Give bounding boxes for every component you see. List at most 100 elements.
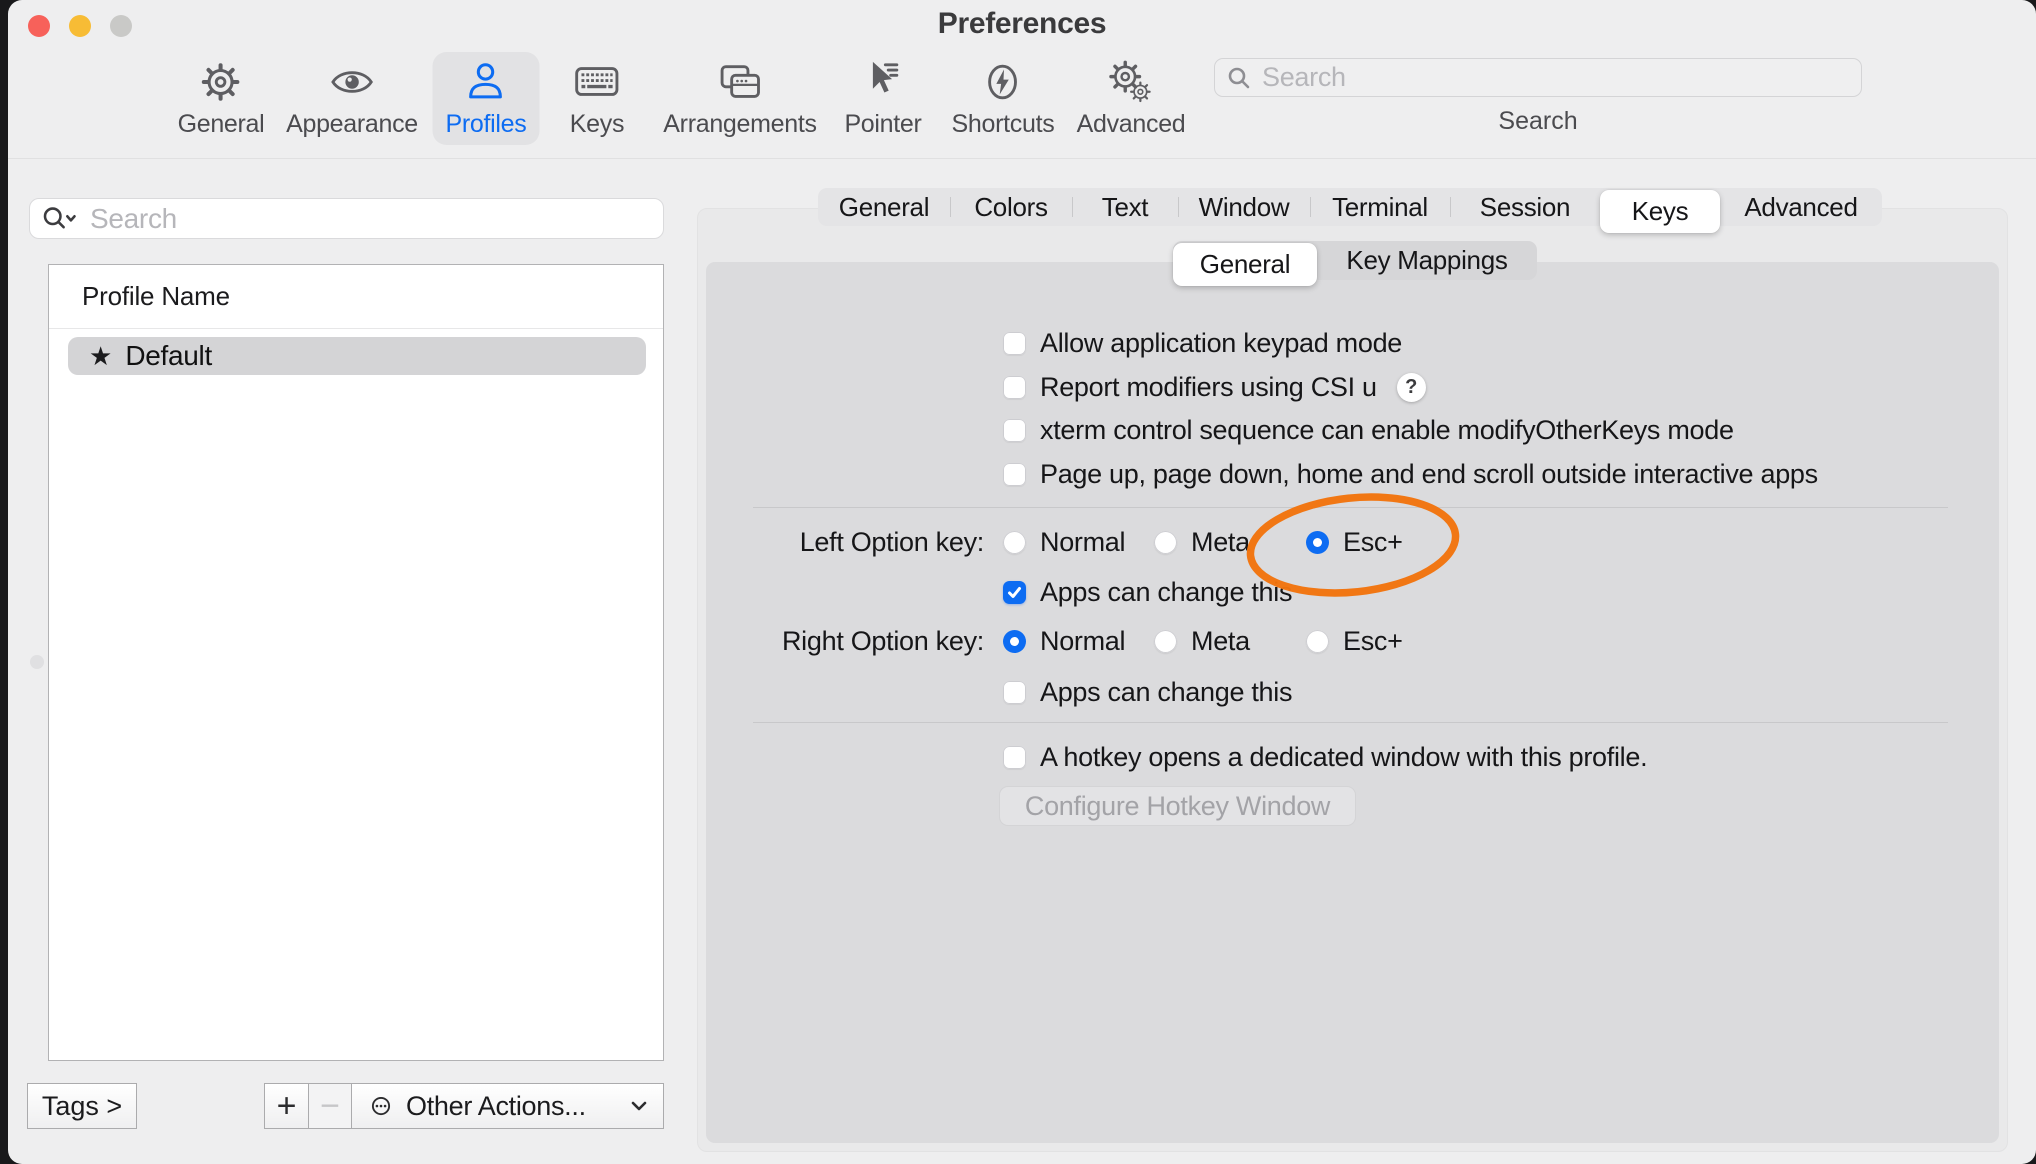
row-page-scroll: Page up, page down, home and end scroll … <box>1003 456 1818 492</box>
toolbar-item-general[interactable]: General <box>165 52 278 145</box>
remove-profile-button[interactable]: − <box>309 1083 352 1129</box>
row-right-apps-can-change: Apps can change this <box>1003 674 1292 710</box>
checkbox-left-apps-can-change[interactable] <box>1003 581 1026 604</box>
subtab-general[interactable]: General <box>1173 243 1317 286</box>
radio-icon[interactable] <box>1154 531 1177 554</box>
tab-keys[interactable]: Keys <box>1600 190 1720 233</box>
radio-right-esc[interactable]: Esc+ <box>1306 623 1403 659</box>
tab-session[interactable]: Session <box>1450 188 1600 226</box>
windows-icon <box>717 59 763 105</box>
checkbox-csi-u[interactable] <box>1003 376 1026 399</box>
radio-label: Esc+ <box>1343 626 1403 657</box>
cursor-icon <box>860 59 906 105</box>
toolbar-item-profiles[interactable]: Profiles <box>433 52 540 145</box>
other-actions-label: Other Actions... <box>406 1091 619 1122</box>
radio-left-esc[interactable]: Esc+ <box>1306 524 1403 560</box>
tab-text[interactable]: Text <box>1072 188 1178 226</box>
right-option-key-label: Right Option key: <box>708 623 984 659</box>
add-profile-button[interactable]: + <box>264 1083 309 1129</box>
toolbar-label: Arrangements <box>663 110 816 139</box>
star-icon: ★ <box>89 341 112 372</box>
checkbox-allow-keypad[interactable] <box>1003 332 1026 355</box>
toolbar-search-field[interactable] <box>1214 58 1862 97</box>
toolbar-item-appearance[interactable]: Appearance <box>273 52 431 145</box>
toolbar-search-caption: Search <box>1408 107 1668 136</box>
row-hotkey-window: A hotkey opens a dedicated window with t… <box>1003 739 1647 775</box>
checkbox-label: xterm control sequence can enable modify… <box>1040 415 1734 446</box>
radio-right-meta[interactable]: Meta <box>1154 623 1250 659</box>
other-actions-dropdown[interactable]: Other Actions... <box>352 1083 664 1129</box>
profile-list-header: Profile Name <box>49 265 663 329</box>
tab-colors[interactable]: Colors <box>950 188 1072 226</box>
radio-left-normal[interactable]: Normal <box>1003 524 1125 560</box>
row-csi-u: Report modifiers using CSI u ? <box>1003 369 1426 405</box>
toolbar-label: Keys <box>570 110 624 139</box>
checkbox-right-apps-can-change[interactable] <box>1003 681 1026 704</box>
checkbox-modify-other-keys[interactable] <box>1003 419 1026 442</box>
checkbox-page-scroll[interactable] <box>1003 463 1026 486</box>
bolt-icon <box>980 59 1026 105</box>
checkbox-label: Page up, page down, home and end scroll … <box>1040 459 1818 490</box>
radio-icon[interactable] <box>1003 531 1026 554</box>
radio-label: Esc+ <box>1343 527 1403 558</box>
row-modify-other-keys: xterm control sequence can enable modify… <box>1003 412 1734 448</box>
ellipsis-circle-icon <box>366 1091 396 1121</box>
radio-icon[interactable] <box>1154 630 1177 653</box>
row-left-apps-can-change: Apps can change this <box>1003 574 1292 610</box>
tab-terminal[interactable]: Terminal <box>1310 188 1450 226</box>
toolbar-label: Profiles <box>446 110 527 139</box>
toolbar-label: Shortcuts <box>952 110 1055 139</box>
radio-icon[interactable] <box>1306 531 1329 554</box>
checkbox-label: Apps can change this <box>1040 677 1292 708</box>
radio-right-normal[interactable]: Normal <box>1003 623 1125 659</box>
toolbar-divider <box>8 158 2036 159</box>
profile-row-default[interactable]: ★ Default <box>68 337 646 375</box>
radio-left-meta[interactable]: Meta <box>1154 524 1250 560</box>
help-button[interactable]: ? <box>1397 373 1426 402</box>
toolbar-item-arrangements[interactable]: Arrangements <box>650 52 829 145</box>
toolbar-label: Advanced <box>1077 110 1186 139</box>
toolbar-item-shortcuts[interactable]: Shortcuts <box>939 52 1068 145</box>
checkbox-hotkey-window[interactable] <box>1003 746 1026 769</box>
subtab-key-mappings[interactable]: Key Mappings <box>1317 241 1537 280</box>
radio-label: Normal <box>1040 626 1125 657</box>
section-divider <box>753 722 1948 723</box>
profile-list: Profile Name ★ Default <box>48 264 664 1061</box>
section-divider <box>753 507 1948 508</box>
tags-button[interactable]: Tags > <box>27 1083 137 1129</box>
tab-window[interactable]: Window <box>1178 188 1310 226</box>
left-option-key-label: Left Option key: <box>708 524 984 560</box>
profile-tab-bar: General Colors Text Window Terminal Sess… <box>818 188 1882 226</box>
radio-label: Normal <box>1040 527 1125 558</box>
profile-actions-group: + − Other Actions... <box>264 1083 664 1129</box>
checkbox-label: A hotkey opens a dedicated window with t… <box>1040 742 1647 773</box>
toolbar-label: Appearance <box>286 110 418 139</box>
profile-search-field[interactable] <box>29 198 664 239</box>
radio-label: Meta <box>1191 527 1250 558</box>
drag-dot <box>30 655 44 669</box>
keyboard-icon <box>574 59 620 105</box>
tab-advanced[interactable]: Advanced <box>1720 188 1882 226</box>
radio-icon[interactable] <box>1003 630 1026 653</box>
row-allow-keypad: Allow application keypad mode <box>1003 325 1402 361</box>
checkbox-label: Apps can change this <box>1040 577 1292 608</box>
toolbar-label: Pointer <box>844 110 921 139</box>
toolbar-item-advanced[interactable]: Advanced <box>1064 52 1199 145</box>
radio-icon[interactable] <box>1306 630 1329 653</box>
toolbar-search-input[interactable] <box>1260 61 1849 94</box>
preferences-window: Preferences General Appearance Profiles … <box>8 0 2036 1164</box>
person-icon <box>463 59 509 105</box>
gear-icon <box>198 59 244 105</box>
profile-name: Default <box>125 340 212 372</box>
chevron-down-icon <box>629 1099 649 1113</box>
window-title: Preferences <box>8 7 2036 41</box>
tab-general[interactable]: General <box>818 188 950 226</box>
configure-hotkey-window-button[interactable]: Configure Hotkey Window <box>999 786 1356 826</box>
toolbar-label: General <box>178 110 265 139</box>
toolbar-item-keys[interactable]: Keys <box>557 52 637 145</box>
checkbox-label: Report modifiers using CSI u <box>1040 372 1377 403</box>
profile-search-input[interactable] <box>88 202 653 236</box>
search-icon <box>1227 66 1251 90</box>
toolbar-item-pointer[interactable]: Pointer <box>831 52 934 145</box>
keys-subtab-bar: General Key Mappings <box>1173 241 1537 280</box>
